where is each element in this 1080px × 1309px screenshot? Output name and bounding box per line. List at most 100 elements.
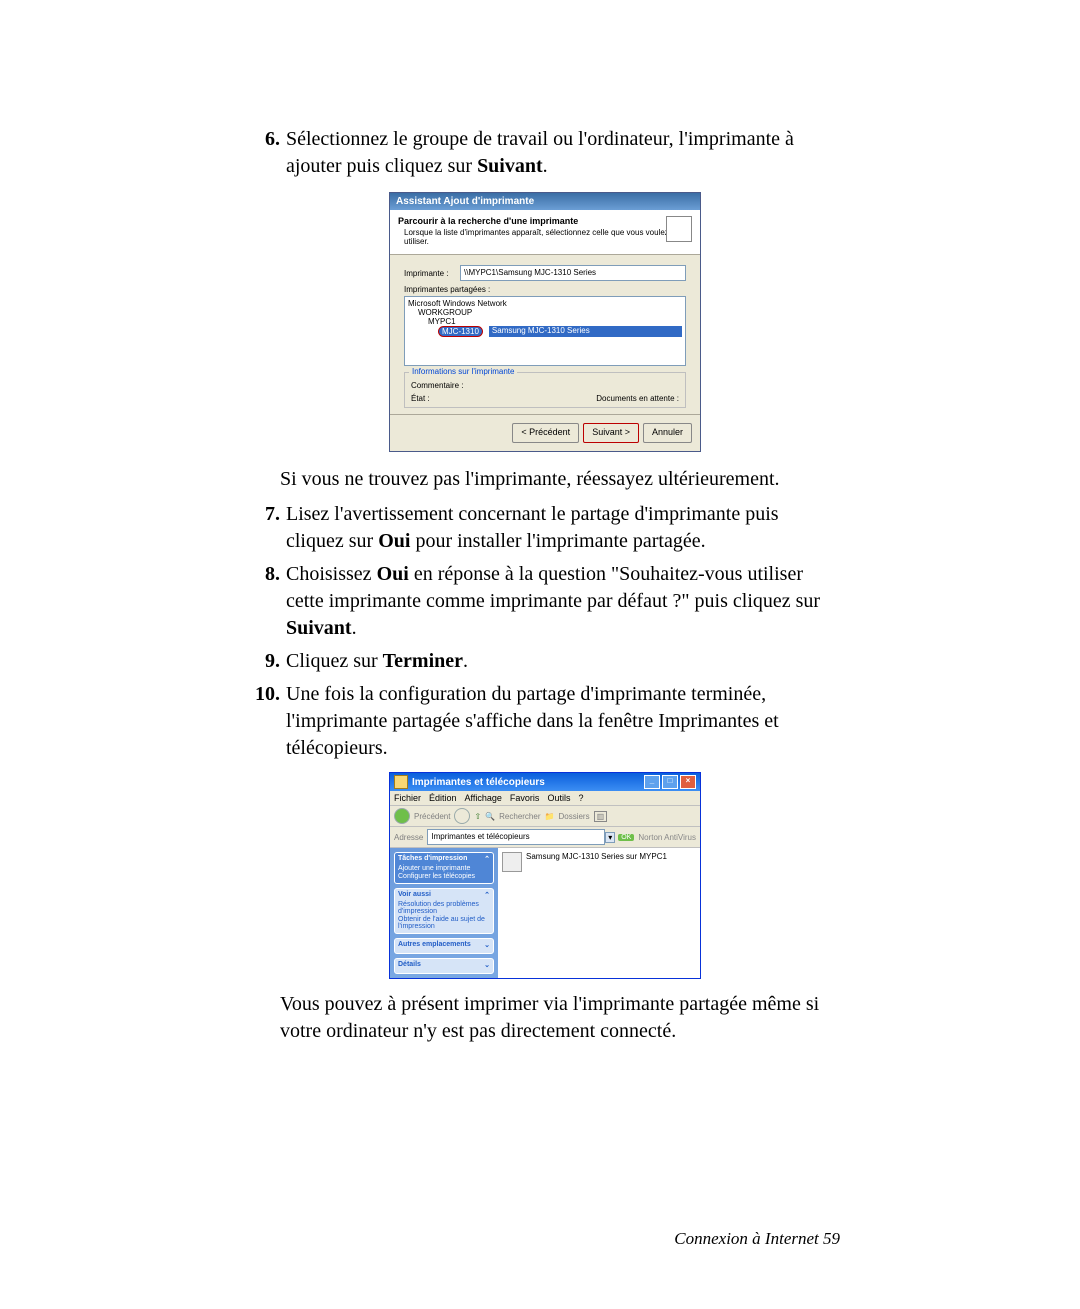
- bold-word: Terminer: [383, 650, 463, 672]
- tree-node-computer[interactable]: MYPC1: [428, 317, 682, 326]
- shared-printers-label: Imprimantes partagées :: [404, 285, 686, 294]
- panel-heading: Voir aussi: [398, 891, 431, 899]
- printer-name: Samsung MJC-1310 Series sur MYPC1: [526, 852, 667, 861]
- bold-word: Suivant: [286, 617, 352, 639]
- shared-printers-tree[interactable]: Microsoft Windows Network WORKGROUP MYPC…: [404, 296, 686, 366]
- printer-path-input[interactable]: \\MYPC1\Samsung MJC-1310 Series: [460, 265, 686, 281]
- comment-label: Commentaire :: [411, 381, 463, 390]
- step-number: 7.: [250, 501, 286, 528]
- close-button[interactable]: ×: [680, 775, 696, 789]
- go-button[interactable]: OK: [618, 834, 634, 841]
- help-link[interactable]: Obtenir de l'aide au sujet de l'impressi…: [398, 916, 490, 930]
- text: .: [543, 155, 548, 177]
- pending-docs-label: Documents en attente :: [596, 394, 679, 403]
- folders-icon[interactable]: 📁: [545, 812, 555, 821]
- panel-heading: Détails: [398, 961, 421, 969]
- collapse-icon[interactable]: ⌃: [484, 891, 490, 899]
- step-number: 9.: [250, 648, 286, 675]
- next-button[interactable]: Suivant >: [583, 423, 639, 443]
- forward-button[interactable]: [454, 808, 470, 824]
- text: .: [463, 650, 468, 672]
- dialog-button-bar: < Précédent Suivant > Annuler: [390, 414, 700, 451]
- other-places-panel[interactable]: Autres emplacements ⌄: [394, 938, 494, 954]
- menu-file[interactable]: Fichier: [394, 793, 421, 803]
- tree-node-workgroup[interactable]: WORKGROUP: [418, 308, 682, 317]
- address-label: Adresse: [394, 833, 423, 842]
- norton-label: Norton AntiVirus: [638, 833, 696, 842]
- note-after-step-6: Si vous ne trouvez pas l'imprimante, rée…: [280, 466, 840, 493]
- address-input[interactable]: Imprimantes et télécopieurs: [427, 829, 605, 845]
- group-legend: Informations sur l'imprimante: [409, 367, 517, 376]
- step-8: 8. Choisissez Oui en réponse à la questi…: [250, 561, 840, 642]
- printer-icon: [666, 216, 692, 242]
- address-bar: Adresse Imprimantes et télécopieurs ▾ OK…: [390, 827, 700, 848]
- window-content: Tâches d'impression ⌃ Ajouter une imprim…: [390, 848, 700, 978]
- window-titlebar: Imprimantes et télécopieurs _ □ ×: [390, 773, 700, 791]
- expand-icon[interactable]: ⌄: [484, 961, 490, 969]
- printer-item[interactable]: Samsung MJC-1310 Series sur MYPC1: [502, 852, 696, 872]
- step-number: 10.: [250, 681, 286, 708]
- minimize-button[interactable]: _: [644, 775, 660, 789]
- window-title: Imprimantes et télécopieurs: [412, 777, 642, 788]
- tasks-sidebar: Tâches d'impression ⌃ Ajouter une imprim…: [390, 848, 498, 978]
- views-icon[interactable]: ▥: [594, 811, 608, 822]
- back-button[interactable]: < Précédent: [512, 423, 579, 443]
- menu-tools[interactable]: Outils: [547, 793, 570, 803]
- step-10: 10. Une fois la configuration du partage…: [250, 681, 840, 762]
- step-body: Une fois la configuration du partage d'i…: [286, 681, 840, 762]
- tree-node-network[interactable]: Microsoft Windows Network: [408, 299, 682, 308]
- configure-fax-link[interactable]: Configurer les télécopies: [398, 873, 490, 880]
- printer-path-row: Imprimante : \\MYPC1\Samsung MJC-1310 Se…: [404, 265, 686, 281]
- toolbar: Précédent ⇧ 🔍 Rechercher 📁 Dossiers ▥: [390, 806, 700, 827]
- step-body: Lisez l'avertissement concernant le part…: [286, 501, 840, 555]
- step-6: 6. Sélectionnez le groupe de travail ou …: [250, 126, 840, 180]
- folders-label: Dossiers: [558, 812, 589, 821]
- menu-help[interactable]: ?: [578, 793, 583, 803]
- dialog-body: Imprimante : \\MYPC1\Samsung MJC-1310 Se…: [390, 255, 700, 414]
- step-body: Choisissez Oui en réponse à la question …: [286, 561, 840, 642]
- up-icon[interactable]: ⇧: [474, 812, 481, 821]
- maximize-button[interactable]: □: [662, 775, 678, 789]
- address-dropdown-icon[interactable]: ▾: [605, 832, 615, 843]
- tree-node-printer-selected[interactable]: MJC-1310 Samsung MJC-1310 Series: [438, 326, 682, 337]
- note-after-step-10: Vous pouvez à présent imprimer via l'imp…: [280, 991, 840, 1045]
- bold-word: Oui: [377, 563, 409, 585]
- search-icon[interactable]: 🔍: [485, 812, 495, 821]
- printer-info-group: Informations sur l'imprimante Commentair…: [404, 372, 686, 408]
- cancel-button[interactable]: Annuler: [643, 423, 692, 443]
- back-button[interactable]: [394, 808, 410, 824]
- panel-heading: Tâches d'impression: [398, 855, 467, 863]
- menu-view[interactable]: Affichage: [465, 793, 502, 803]
- collapse-icon[interactable]: ⌃: [484, 855, 490, 863]
- troubleshoot-link[interactable]: Résolution des problèmes d'impression: [398, 901, 490, 915]
- add-printer-link[interactable]: Ajouter une imprimante: [398, 865, 490, 872]
- selected-printer-share: MJC-1310: [438, 326, 483, 337]
- step-body: Cliquez sur Terminer.: [286, 648, 840, 675]
- dialog-subheading: Lorsque la liste d'imprimantes apparaît,…: [404, 228, 692, 246]
- details-panel[interactable]: Détails ⌄: [394, 958, 494, 974]
- selected-printer-model: Samsung MJC-1310 Series: [489, 326, 682, 337]
- dialog-heading: Parcourir à la recherche d'une imprimant…: [398, 216, 692, 226]
- step-9: 9. Cliquez sur Terminer.: [250, 648, 840, 675]
- text: pour installer l'imprimante partagée.: [410, 530, 705, 552]
- panel-heading: Autres emplacements: [398, 941, 471, 949]
- step-number: 8.: [250, 561, 286, 588]
- bold-word: Oui: [378, 530, 410, 552]
- printer-label: Imprimante :: [404, 269, 460, 278]
- menu-edit[interactable]: Édition: [429, 793, 457, 803]
- see-also-panel: Voir aussi ⌃ Résolution des problèmes d'…: [394, 888, 494, 934]
- printers-list-area: Samsung MJC-1310 Series sur MYPC1: [498, 848, 700, 978]
- expand-icon[interactable]: ⌄: [484, 941, 490, 949]
- menu-favorites[interactable]: Favoris: [510, 793, 540, 803]
- printer-tasks-panel: Tâches d'impression ⌃ Ajouter une imprim…: [394, 852, 494, 884]
- step-7: 7. Lisez l'avertissement concernant le p…: [250, 501, 840, 555]
- bold-word: Suivant: [477, 155, 543, 177]
- text: Choisissez: [286, 563, 377, 585]
- step-number: 6.: [250, 126, 286, 153]
- dialog-title: Assistant Ajout d'imprimante: [390, 193, 700, 210]
- text: .: [352, 617, 357, 639]
- step-body: Sélectionnez le groupe de travail ou l'o…: [286, 126, 840, 180]
- back-label: Précédent: [414, 812, 450, 821]
- text: Cliquez sur: [286, 650, 383, 672]
- add-printer-wizard-dialog: Assistant Ajout d'imprimante Parcourir à…: [389, 192, 701, 452]
